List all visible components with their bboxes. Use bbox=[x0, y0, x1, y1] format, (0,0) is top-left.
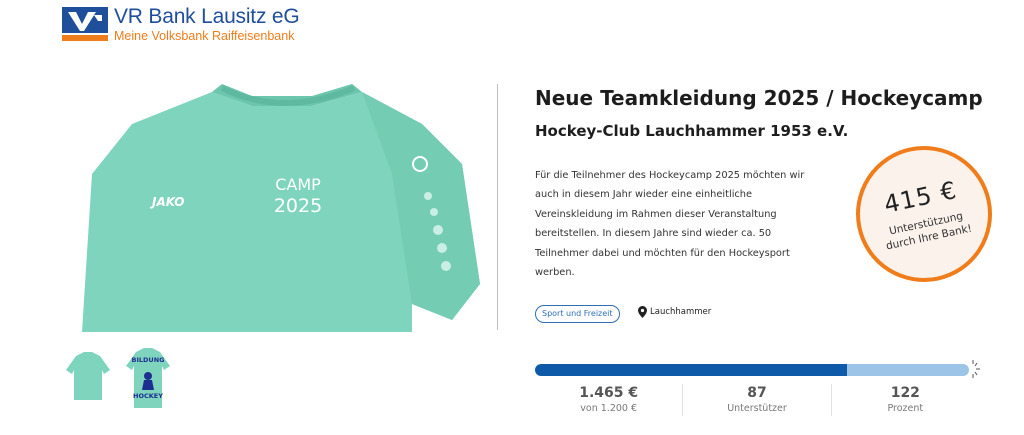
funding-progress-bar bbox=[535, 364, 969, 376]
shirt-brand: JAKO bbox=[150, 195, 184, 209]
raised-value: 1.465 € bbox=[579, 385, 639, 401]
funding-progress-fill bbox=[535, 364, 848, 376]
location-label: Lauchhammer bbox=[650, 307, 712, 317]
funding-stats: 1.465 € von 1.200 € 87 Unterstützer 122 … bbox=[535, 384, 979, 416]
category-tag[interactable]: Sport und Freizeit bbox=[535, 305, 620, 323]
raised-label: von 1.200 € bbox=[580, 403, 638, 414]
column-divider bbox=[497, 84, 498, 330]
project-description: Für die Teilnehmer des Hockeycamp 2025 m… bbox=[535, 170, 805, 279]
location-info: Lauchhammer bbox=[638, 306, 711, 318]
sparkle-icon bbox=[972, 360, 980, 378]
thumbnail-back[interactable]: BILDUNG HOCKEY bbox=[122, 342, 174, 412]
percent-label: Prozent bbox=[887, 403, 924, 414]
bank-name: VR Bank Lausitz eG bbox=[114, 5, 300, 28]
thumbnail-front[interactable] bbox=[62, 342, 114, 412]
supporters-value: 87 bbox=[747, 385, 767, 401]
stat-supporters: 87 Unterstützer bbox=[683, 384, 832, 416]
thumb-text-top: BILDUNG bbox=[132, 356, 165, 364]
bank-logo[interactable]: VR Bank Lausitz eG Meine Volksbank Raiff… bbox=[62, 6, 300, 43]
stat-percent: 122 Prozent bbox=[832, 384, 979, 416]
shirt-print-line1: CAMP bbox=[275, 175, 321, 194]
tshirt-illustration: JAKO CAMP 2025 bbox=[82, 84, 480, 332]
supporters-label: Unterstützer bbox=[727, 403, 787, 414]
project-title: Neue Teamkleidung 2025 / Hockeycamp bbox=[535, 86, 983, 110]
thumbnail-strip: BILDUNG HOCKEY bbox=[62, 342, 174, 412]
main-product-image[interactable]: JAKO CAMP 2025 bbox=[62, 84, 486, 332]
vr-logo-icon bbox=[62, 7, 108, 42]
bank-support-badge: 415 € Unterstützung durch Ihre Bank! bbox=[843, 133, 1005, 295]
organization-name: Hockey-Club Lauchhammer 1953 e.V. bbox=[535, 122, 849, 140]
map-pin-icon bbox=[638, 306, 647, 318]
percent-value: 122 bbox=[890, 385, 920, 401]
stat-raised: 1.465 € von 1.200 € bbox=[535, 384, 684, 416]
thumb-text-bottom: HOCKEY bbox=[133, 392, 163, 400]
bank-slogan: Meine Volksbank Raiffeisenbank bbox=[114, 29, 295, 43]
shirt-print-line2: 2025 bbox=[274, 195, 322, 217]
